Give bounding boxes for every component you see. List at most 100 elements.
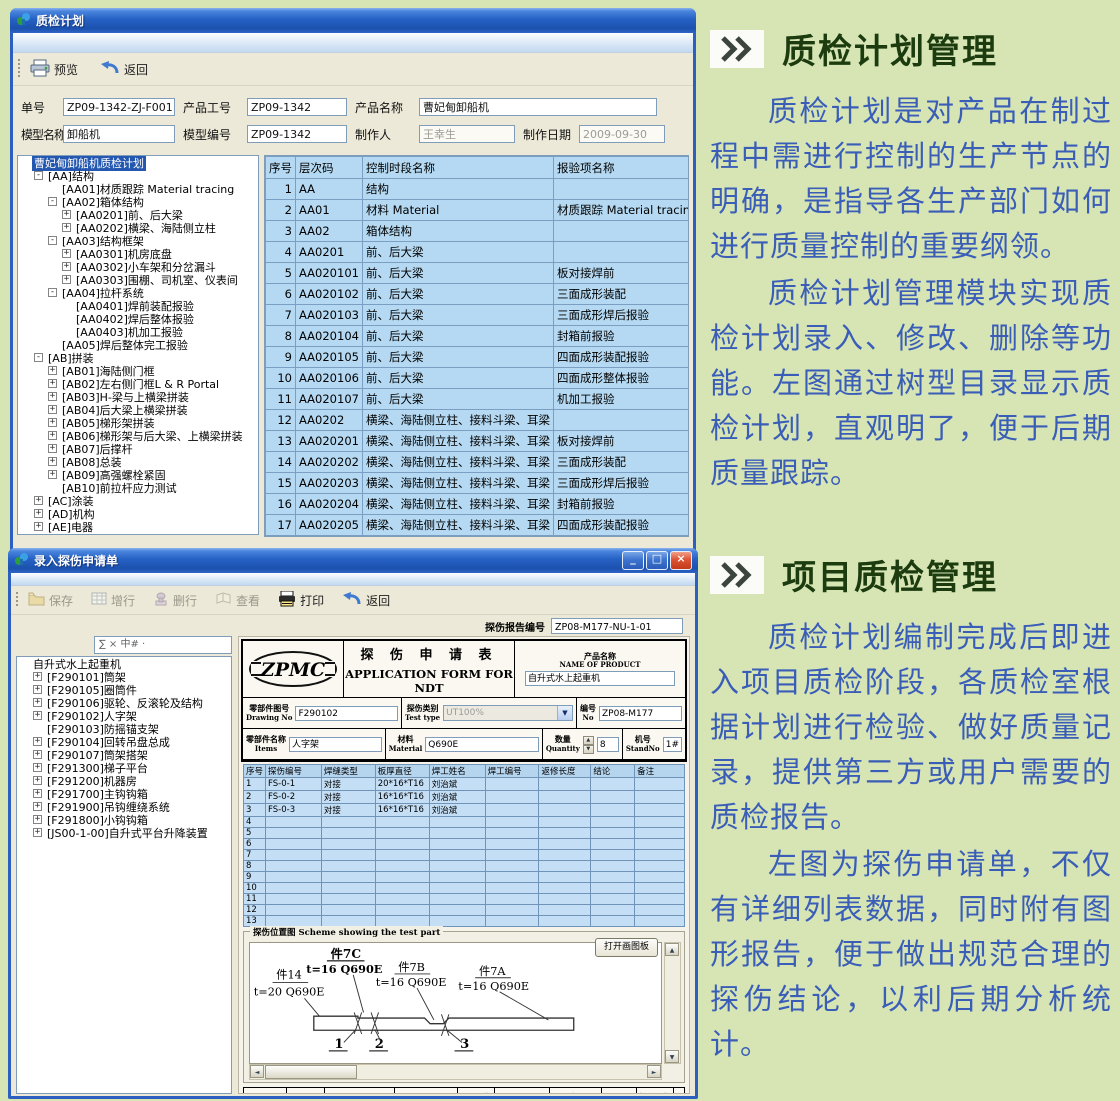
column-header[interactable]: 控制时段名称 bbox=[362, 157, 553, 179]
column-header[interactable]: 序号 bbox=[244, 765, 266, 778]
table-row[interactable]: 3AA02箱体结构 bbox=[266, 221, 690, 242]
table-row[interactable]: 12 bbox=[244, 905, 685, 916]
minimize-button[interactable]: _ bbox=[622, 551, 644, 570]
expand-icon[interactable]: + bbox=[62, 262, 71, 271]
items-field[interactable]: 人字架 bbox=[289, 737, 382, 752]
expand-icon[interactable]: + bbox=[34, 509, 43, 518]
table-row[interactable]: 8AA020104前、后大梁封箱前报验 bbox=[266, 326, 690, 347]
save-button[interactable]: 保存 bbox=[25, 590, 76, 611]
table-row[interactable]: 4 bbox=[244, 817, 685, 828]
dropdown-arrow-icon[interactable]: ▼ bbox=[557, 706, 572, 720]
tree-item-label[interactable]: [AE]电器 bbox=[46, 519, 95, 535]
toolbar-grip[interactable] bbox=[16, 592, 18, 608]
tree-item[interactable]: +[AB07]后撑杆 bbox=[18, 442, 258, 455]
drawing-no-field[interactable]: F290102 bbox=[295, 706, 398, 721]
vertical-scrollbar[interactable]: ▲ ▼ bbox=[664, 942, 681, 1064]
close-button[interactable]: × bbox=[670, 551, 692, 570]
expand-icon[interactable]: + bbox=[48, 418, 57, 427]
toolbar-grip[interactable] bbox=[18, 59, 20, 79]
scroll-down-icon[interactable]: ▼ bbox=[665, 1050, 679, 1063]
expand-icon[interactable]: + bbox=[48, 366, 57, 375]
expand-icon[interactable]: + bbox=[33, 776, 42, 785]
table-row[interactable]: 10AA020106前、后大梁四面成形整体报验 bbox=[266, 368, 690, 389]
expand-icon[interactable]: + bbox=[48, 405, 57, 414]
expand-icon[interactable]: + bbox=[33, 698, 42, 707]
table-row[interactable]: 7AA020103前、后大梁三面成形焊后报验 bbox=[266, 305, 690, 326]
view-button[interactable]: 查看 bbox=[212, 590, 263, 611]
plan-window-titlebar[interactable]: 质检计划 bbox=[10, 8, 696, 33]
table-row[interactable]: 11 bbox=[244, 894, 685, 905]
scroll-right-icon[interactable]: ► bbox=[647, 1065, 661, 1078]
table-row[interactable]: 5AA020101前、后大梁板对接焊前 bbox=[266, 263, 690, 284]
open-drawing-board-button[interactable]: 打开画图板 bbox=[595, 938, 658, 957]
table-row[interactable]: 2FS-0-2对接16*16*T16刘治斌 bbox=[244, 791, 685, 804]
column-header[interactable]: 探伤编号 bbox=[266, 765, 322, 778]
expand-icon[interactable]: + bbox=[48, 470, 57, 479]
tree-item[interactable]: +[JS00-1-00]自升式平台升降装置 bbox=[17, 826, 231, 839]
ndt-window-titlebar[interactable]: 录入探伤申请单 _ □ × bbox=[8, 548, 698, 573]
table-row[interactable]: 9AA020105前、后大梁四面成形装配报验 bbox=[266, 347, 690, 368]
column-header[interactable]: 焊工编号 bbox=[485, 765, 539, 778]
collapse-icon[interactable]: - bbox=[48, 236, 57, 245]
collapse-icon[interactable]: - bbox=[34, 353, 43, 362]
spin-up-icon[interactable]: ▲ bbox=[583, 736, 594, 745]
tree-filter-box[interactable]: ∑ × 中# · bbox=[94, 636, 232, 654]
expand-icon[interactable]: + bbox=[33, 815, 42, 824]
expand-icon[interactable]: + bbox=[33, 737, 42, 746]
expand-icon[interactable]: + bbox=[33, 802, 42, 811]
table-row[interactable]: 13 bbox=[244, 916, 685, 927]
model-no-field[interactable]: ZP09-1342 bbox=[247, 125, 347, 143]
quantity-field[interactable]: 8 bbox=[597, 737, 619, 752]
expand-icon[interactable]: + bbox=[33, 789, 42, 798]
table-row[interactable]: 11AA020107前、后大梁机加工报验 bbox=[266, 389, 690, 410]
expand-icon[interactable]: + bbox=[33, 763, 42, 772]
table-row[interactable]: 1AA结构 bbox=[266, 179, 690, 200]
table-row[interactable]: 1FS-0-1对接20*16*T16刘治斌 bbox=[244, 778, 685, 791]
column-header[interactable]: 返修长度 bbox=[539, 765, 591, 778]
scrollbar-thumb[interactable] bbox=[265, 1065, 357, 1079]
made-date-field[interactable]: 2009-09-30 bbox=[579, 125, 665, 143]
report-no-field[interactable]: ZP08-M177-NU-1-01 bbox=[551, 618, 683, 634]
product-name-field[interactable]: 自升式水上起重机 bbox=[525, 671, 675, 686]
table-row[interactable]: 9 bbox=[244, 872, 685, 883]
order-no-field[interactable]: ZP09-1342-ZJ-F001 bbox=[63, 98, 175, 116]
expand-icon[interactable]: + bbox=[33, 750, 42, 759]
back-button[interactable]: 返回 bbox=[97, 58, 151, 81]
add-row-button[interactable]: 增行 bbox=[88, 590, 138, 611]
back-button[interactable]: 返回 bbox=[339, 589, 393, 612]
no-field[interactable]: ZP08-M177 bbox=[599, 706, 682, 721]
table-row[interactable]: 3FS-0-3对接16*16*T16刘治斌 bbox=[244, 804, 685, 817]
spin-down-icon[interactable]: ▼ bbox=[583, 745, 594, 754]
column-header[interactable]: 板厚直径 bbox=[375, 765, 429, 778]
maximize-button[interactable]: □ bbox=[646, 551, 668, 570]
column-header[interactable]: 结论 bbox=[591, 765, 635, 778]
column-header[interactable]: 序号 bbox=[266, 157, 296, 179]
table-row[interactable]: 5 bbox=[244, 828, 685, 839]
collapse-icon[interactable]: - bbox=[34, 171, 43, 180]
column-header[interactable]: 报验项名称 bbox=[553, 157, 689, 179]
expand-icon[interactable]: + bbox=[33, 711, 42, 720]
preview-button[interactable]: 预览 bbox=[27, 57, 81, 82]
table-row[interactable]: 4AA0201前、后大梁 bbox=[266, 242, 690, 263]
expand-icon[interactable]: + bbox=[62, 223, 71, 232]
scroll-left-icon[interactable]: ◄ bbox=[250, 1065, 264, 1078]
expand-icon[interactable]: + bbox=[34, 496, 43, 505]
delete-row-button[interactable]: 删行 bbox=[150, 590, 200, 611]
table-row[interactable]: 14AA020202横梁、海陆侧立柱、接料斗梁、耳梁三面成形装配 bbox=[266, 452, 690, 473]
product-no-field[interactable]: ZP09-1342 bbox=[247, 98, 347, 116]
product-name-field[interactable]: 曹妃甸卸船机 bbox=[419, 98, 657, 116]
column-header[interactable]: 焊缝类型 bbox=[321, 765, 375, 778]
author-field[interactable]: 王幸生 bbox=[419, 125, 515, 143]
stand-no-field[interactable]: 1# bbox=[663, 737, 682, 752]
table-row[interactable]: 17AA020205横梁、海陆侧立柱、接料斗梁、耳梁四面成形装配报验 bbox=[266, 515, 690, 536]
collapse-icon[interactable]: - bbox=[48, 288, 57, 297]
expand-icon[interactable]: + bbox=[48, 457, 57, 466]
table-row[interactable]: 15AA020203横梁、海陆侧立柱、接料斗梁、耳梁三面成形焊后报验 bbox=[266, 473, 690, 494]
model-name-field[interactable]: 卸船机 bbox=[63, 125, 175, 143]
column-header[interactable]: 焊工姓名 bbox=[429, 765, 485, 778]
test-type-dropdown[interactable]: UT100% ▼ bbox=[443, 705, 573, 721]
table-row[interactable]: 2AA01材料 Material材质跟踪 Material tracing bbox=[266, 200, 690, 221]
table-row[interactable]: 10 bbox=[244, 883, 685, 894]
table-row[interactable]: 7 bbox=[244, 850, 685, 861]
quantity-stepper[interactable]: ▲▼ bbox=[583, 736, 594, 752]
